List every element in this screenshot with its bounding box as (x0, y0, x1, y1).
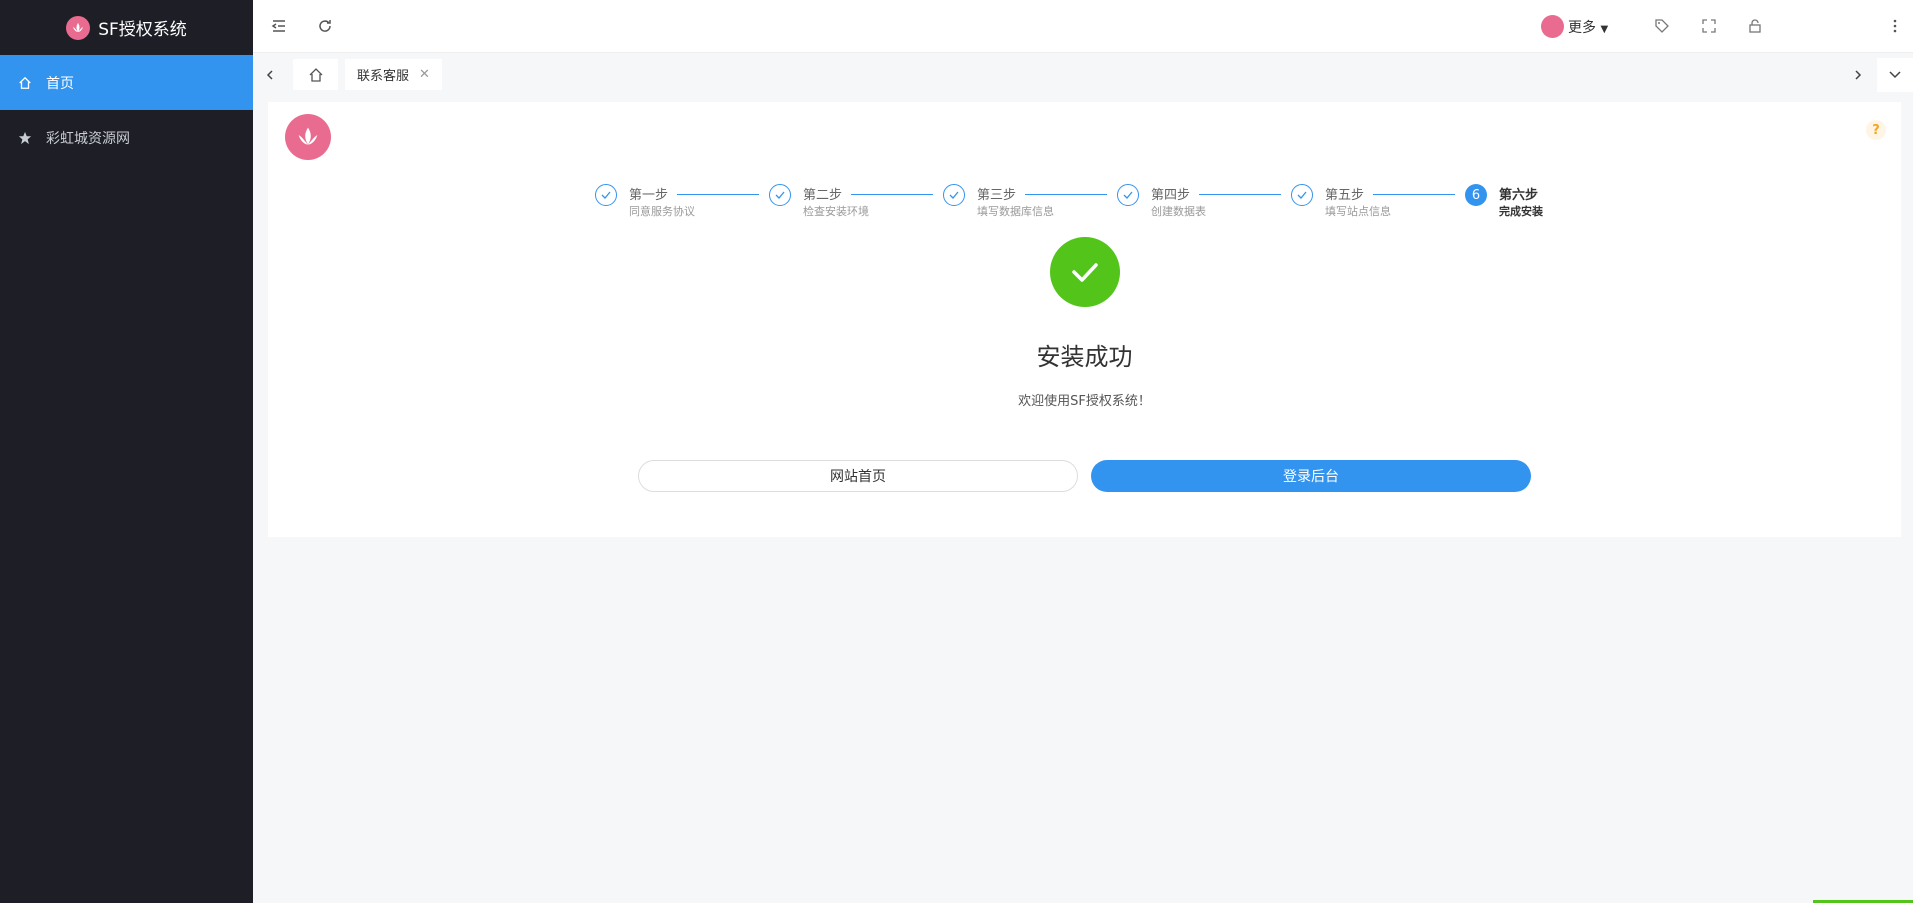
success-check-icon (1050, 237, 1120, 307)
sidebar-item-home[interactable]: 首页 (0, 55, 253, 110)
sidebar-item-label: 首页 (46, 75, 74, 92)
more-menu[interactable]: 更多 ▼ (1568, 17, 1608, 37)
tabs-scroll-right[interactable] (1847, 64, 1869, 86)
step-connector (677, 194, 759, 195)
user-avatar[interactable] (1541, 15, 1564, 38)
step-title: 第三步 (977, 188, 1017, 203)
step-desc: 检查安装环境 (803, 205, 869, 218)
sidebar-item-label: 彩虹城资源网 (46, 130, 130, 147)
fullscreen-icon (1702, 19, 1716, 33)
tab-contact-support[interactable]: 联系客服 ✕ (345, 59, 442, 90)
lotus-logo-icon (66, 15, 91, 40)
refresh-button[interactable] (313, 14, 337, 38)
help-icon[interactable]: ? (1866, 120, 1886, 140)
tabs-scroll-left[interactable] (259, 64, 281, 86)
step-title: 第一步 (629, 188, 669, 203)
step-desc: 同意服务协议 (629, 205, 695, 218)
tab-label: 联系客服 (357, 69, 410, 84)
step-title: 第五步 (1325, 188, 1365, 203)
step-desc: 填写站点信息 (1325, 205, 1391, 218)
site-home-button[interactable]: 网站首页 (638, 460, 1078, 492)
home-icon (309, 67, 322, 82)
step-connector (851, 194, 933, 195)
install-result-card: ? 第一步 同意服务协议 第二步 检查安装环境 第三步 填写数据库信息 第四步 … (268, 102, 1901, 537)
step-connector (1199, 194, 1281, 195)
check-icon (1117, 184, 1139, 206)
home-icon (19, 76, 31, 89)
step-title: 第二步 (803, 188, 843, 203)
app-title: SF授权系统 (98, 20, 187, 40)
result-title: 安装成功 (1036, 343, 1133, 371)
tag-button[interactable] (1650, 14, 1674, 38)
check-icon (943, 184, 965, 206)
check-icon (769, 184, 791, 206)
more-vertical-icon (1893, 19, 1897, 33)
fullscreen-button[interactable] (1697, 14, 1721, 38)
tag-icon (1655, 19, 1669, 33)
result-subtitle: 欢迎使用SF授权系统！ (1018, 394, 1151, 409)
site-logo (285, 114, 331, 160)
collapse-sidebar-button[interactable] (267, 14, 291, 38)
lock-screen-button[interactable] (1743, 14, 1767, 38)
refresh-icon (319, 20, 331, 32)
brand[interactable]: SF授权系统 (0, 0, 253, 55)
star-icon (18, 131, 32, 144)
sidebar: SF授权系统 首页 彩虹城资源网 (0, 0, 253, 903)
top-header: 更多 ▼ (253, 0, 1913, 53)
step-connector (1025, 194, 1107, 195)
step-title: 第四步 (1151, 188, 1191, 203)
login-admin-button[interactable]: 登录后台 (1091, 460, 1531, 492)
close-icon[interactable]: ✕ (419, 67, 430, 82)
more-label: 更多 (1568, 20, 1596, 36)
chevron-down-icon (1889, 71, 1901, 79)
tab-home[interactable] (293, 59, 338, 90)
step-desc: 创建数据表 (1151, 205, 1206, 218)
indent-icon (271, 20, 285, 32)
install-steps: 第一步 同意服务协议 第二步 检查安装环境 第三步 填写数据库信息 第四步 创建… (595, 182, 1565, 222)
kebab-menu-button[interactable] (1883, 14, 1907, 38)
tabs-dropdown-button[interactable] (1877, 58, 1913, 92)
step-desc: 填写数据库信息 (977, 205, 1054, 218)
step-connector (1373, 194, 1455, 195)
lotus-logo-icon (298, 127, 318, 145)
chevron-left-icon (266, 70, 273, 80)
check-icon (1291, 184, 1313, 206)
lock-icon (1749, 19, 1761, 33)
step-title: 第六步 (1499, 188, 1539, 203)
sidebar-item-rainbow-resource[interactable]: 彩虹城资源网 (0, 110, 253, 165)
chevron-right-icon (1855, 70, 1862, 80)
step-number: 6 (1465, 184, 1487, 206)
step-desc: 完成安装 (1499, 205, 1543, 218)
caret-down-icon: ▼ (1600, 24, 1609, 35)
tabs-bar: 联系客服 ✕ (253, 54, 1913, 96)
check-icon (595, 184, 617, 206)
